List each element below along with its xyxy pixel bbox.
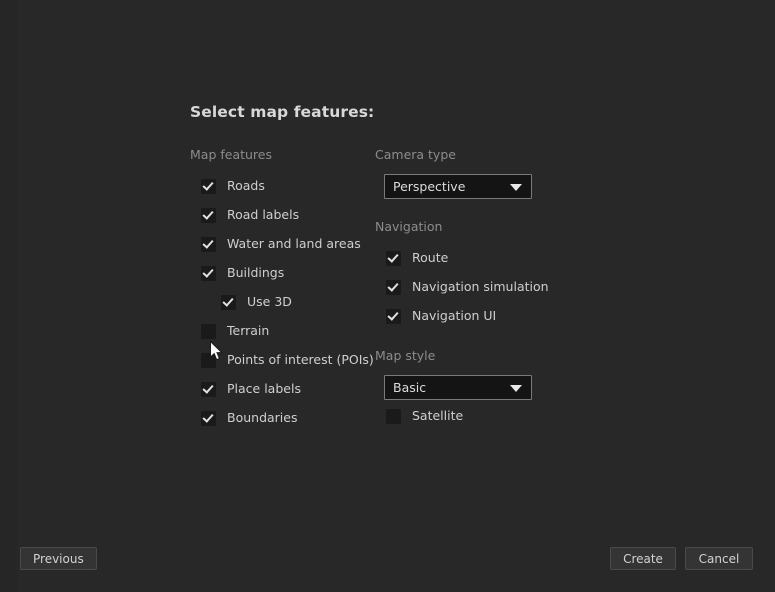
- checkbox-row-points-of-interest[interactable]: Points of interest (POIs): [190, 348, 375, 372]
- checkbox-navigation-simulation[interactable]: [386, 279, 401, 295]
- checkbox-row-buildings[interactable]: Buildings: [190, 261, 375, 285]
- dialog-content: Select map features: Map features Roads …: [190, 103, 750, 435]
- checkbox-road-labels[interactable]: [201, 207, 216, 223]
- checkbox-label-buildings: Buildings: [227, 265, 285, 280]
- checkbox-row-boundaries[interactable]: Boundaries: [190, 406, 375, 430]
- camera-type-value: Perspective: [393, 178, 466, 194]
- checkbox-label-roads: Roads: [227, 178, 265, 193]
- map-features-dialog: Select map features: Map features Roads …: [0, 0, 775, 592]
- checkbox-roads[interactable]: [201, 178, 216, 194]
- checkbox-label-navigation-simulation: Navigation simulation: [412, 279, 549, 294]
- checkbox-label-satellite: Satellite: [412, 408, 464, 423]
- checkbox-row-route[interactable]: Route: [375, 246, 605, 270]
- checkbox-row-road-labels[interactable]: Road labels: [190, 203, 375, 227]
- chevron-down-icon: [510, 183, 522, 191]
- checkbox-label-boundaries: Boundaries: [227, 410, 298, 425]
- checkbox-row-terrain[interactable]: Terrain: [190, 319, 375, 343]
- checkbox-terrain[interactable]: [201, 323, 216, 339]
- map-features-group-label: Map features: [190, 147, 272, 162]
- checkbox-satellite[interactable]: [386, 408, 401, 424]
- page-title: Select map features:: [190, 103, 375, 121]
- checkbox-use-3d[interactable]: [221, 294, 236, 310]
- checkbox-label-road-labels: Road labels: [227, 207, 300, 222]
- checkbox-navigation-ui[interactable]: [386, 308, 401, 324]
- checkbox-label-navigation-ui: Navigation UI: [412, 308, 497, 323]
- checkbox-row-satellite[interactable]: Satellite: [375, 404, 605, 428]
- camera-navigation-style-column: Camera type Perspective Navigation Route…: [375, 147, 605, 433]
- checkbox-label-water-and-land-areas: Water and land areas: [227, 236, 361, 251]
- window-left-edge: [0, 0, 17, 592]
- options-columns: Map features Roads Road labels Water and…: [190, 147, 750, 435]
- checkbox-label-place-labels: Place labels: [227, 381, 301, 396]
- camera-type-dropdown[interactable]: Perspective: [384, 174, 532, 199]
- create-button[interactable]: Create: [610, 547, 676, 570]
- map-style-group-label: Map style: [375, 348, 436, 363]
- map-style-value: Basic: [393, 379, 427, 395]
- checkbox-label-points-of-interest: Points of interest (POIs): [227, 352, 374, 367]
- cancel-button[interactable]: Cancel: [685, 547, 753, 570]
- checkbox-label-use-3d: Use 3D: [247, 294, 292, 309]
- checkbox-buildings[interactable]: [201, 265, 216, 281]
- checkbox-label-route: Route: [412, 250, 449, 265]
- checkbox-points-of-interest[interactable]: [201, 352, 216, 368]
- dialog-button-bar: Previous Create Cancel: [0, 530, 775, 592]
- checkbox-row-navigation-ui[interactable]: Navigation UI: [375, 304, 605, 328]
- checkbox-water-and-land-areas[interactable]: [201, 236, 216, 252]
- checkbox-row-navigation-simulation[interactable]: Navigation simulation: [375, 275, 605, 299]
- checkbox-row-place-labels[interactable]: Place labels: [190, 377, 375, 401]
- camera-type-group-label: Camera type: [375, 147, 456, 162]
- checkbox-row-roads[interactable]: Roads: [190, 174, 375, 198]
- checkbox-row-use-3d[interactable]: Use 3D: [190, 290, 375, 314]
- checkbox-boundaries[interactable]: [201, 410, 216, 426]
- navigation-group-label: Navigation: [375, 219, 443, 234]
- map-features-column: Map features Roads Road labels Water and…: [190, 147, 375, 435]
- checkbox-label-terrain: Terrain: [227, 323, 270, 338]
- checkbox-row-water-and-land-areas[interactable]: Water and land areas: [190, 232, 375, 256]
- chevron-down-icon: [510, 384, 522, 392]
- checkbox-place-labels[interactable]: [201, 381, 216, 397]
- checkbox-route[interactable]: [386, 250, 401, 266]
- map-style-dropdown[interactable]: Basic: [384, 375, 532, 400]
- previous-button[interactable]: Previous: [20, 547, 97, 570]
